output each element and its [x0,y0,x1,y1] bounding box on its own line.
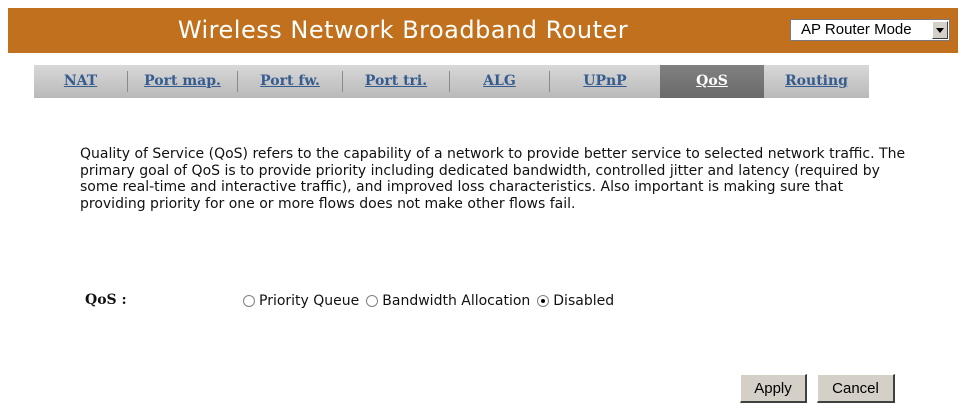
cancel-button[interactable]: Cancel [817,374,895,403]
chevron-down-icon [936,28,944,33]
radio-button[interactable] [366,295,379,307]
radio-label: Bandwidth Allocation [382,293,531,309]
radio-label: Disabled [553,293,615,309]
tab-routing[interactable]: Routing [764,65,869,98]
dropdown-button[interactable] [932,21,948,39]
qos-option-disabled[interactable]: Disabled [537,293,614,309]
tab-port-fw[interactable]: Port fw. [238,65,342,98]
tab-upnp[interactable]: UPnP [550,65,660,98]
radio-label: Priority Queue [259,293,360,309]
mode-select-value: AP Router Mode [801,21,912,38]
tab-qos[interactable]: QoS [660,65,764,98]
tab-port-map[interactable]: Port map. [128,65,237,98]
radio-button[interactable] [243,295,255,307]
qos-radio-group: Priority Queue Bandwidth Allocation Disa… [243,291,621,311]
qos-description: Quality of Service (QoS) refers to the c… [80,146,906,212]
tab-alg[interactable]: ALG [450,65,549,98]
tab-nat[interactable]: NAT [34,65,127,98]
mode-select[interactable]: AP Router Mode [790,19,950,41]
qos-label: QoS : [85,292,127,308]
page-title: Wireless Network Broadband Router [177,16,629,44]
apply-button[interactable]: Apply [740,374,807,403]
qos-option-priority-queue[interactable]: Priority Queue [243,293,359,309]
radio-button[interactable] [537,295,550,307]
tab-port-tri[interactable]: Port tri. [343,65,449,98]
qos-option-bandwidth-allocation[interactable]: Bandwidth Allocation [366,293,530,309]
tab-bar: NAT Port map. Port fw. Port tri. ALG UPn… [34,65,869,98]
header-bar: Wireless Network Broadband Router AP Rou… [8,8,958,53]
